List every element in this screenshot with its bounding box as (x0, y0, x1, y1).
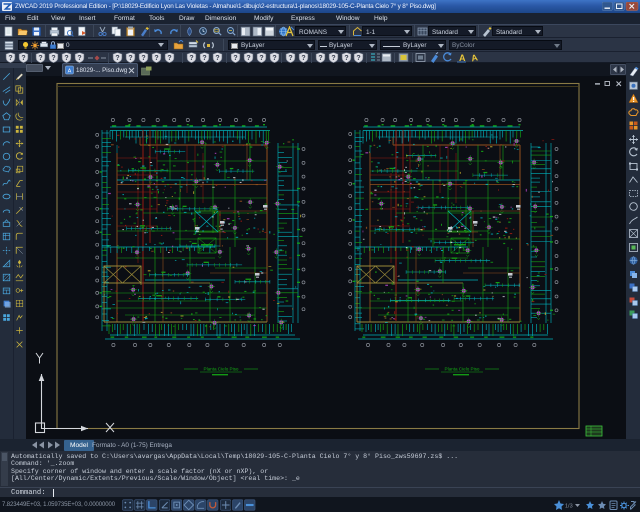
svg-text:Planta Cielo Piso: Planta Cielo Piso (204, 367, 239, 372)
svg-text:?: ? (38, 55, 42, 62)
svg-text:?: ? (318, 55, 322, 62)
svg-text:?: ? (344, 55, 348, 62)
svg-text:A: A (470, 52, 479, 63)
svg-text:?: ? (77, 55, 81, 62)
svg-text:?: ? (215, 55, 219, 62)
svg-text:?: ? (288, 55, 292, 62)
svg-text:?: ? (233, 55, 237, 62)
svg-text:?: ? (115, 55, 119, 62)
svg-text:?: ? (128, 55, 132, 62)
svg-text:Planta Cielo Piso: Planta Cielo Piso (445, 367, 480, 372)
svg-text:1/3: 1/3 (565, 504, 573, 510)
svg-text:?: ? (356, 55, 360, 62)
svg-text:?: ? (259, 55, 263, 62)
svg-text:?: ? (64, 55, 68, 62)
svg-text:A: A (459, 53, 466, 63)
svg-text:?: ? (51, 55, 55, 62)
svg-text:?: ? (8, 55, 12, 62)
svg-text:?: ? (141, 55, 145, 62)
svg-text:A: A (68, 69, 72, 75)
svg-text:?: ? (301, 55, 305, 62)
svg-text:?: ? (331, 55, 335, 62)
svg-text:?: ? (167, 55, 171, 62)
svg-text:?: ? (246, 55, 250, 62)
svg-text:?: ? (202, 55, 206, 62)
svg-text:?: ? (21, 55, 25, 62)
svg-text:?: ? (189, 55, 193, 62)
svg-text:?: ? (272, 55, 276, 62)
svg-text:?: ? (154, 55, 158, 62)
